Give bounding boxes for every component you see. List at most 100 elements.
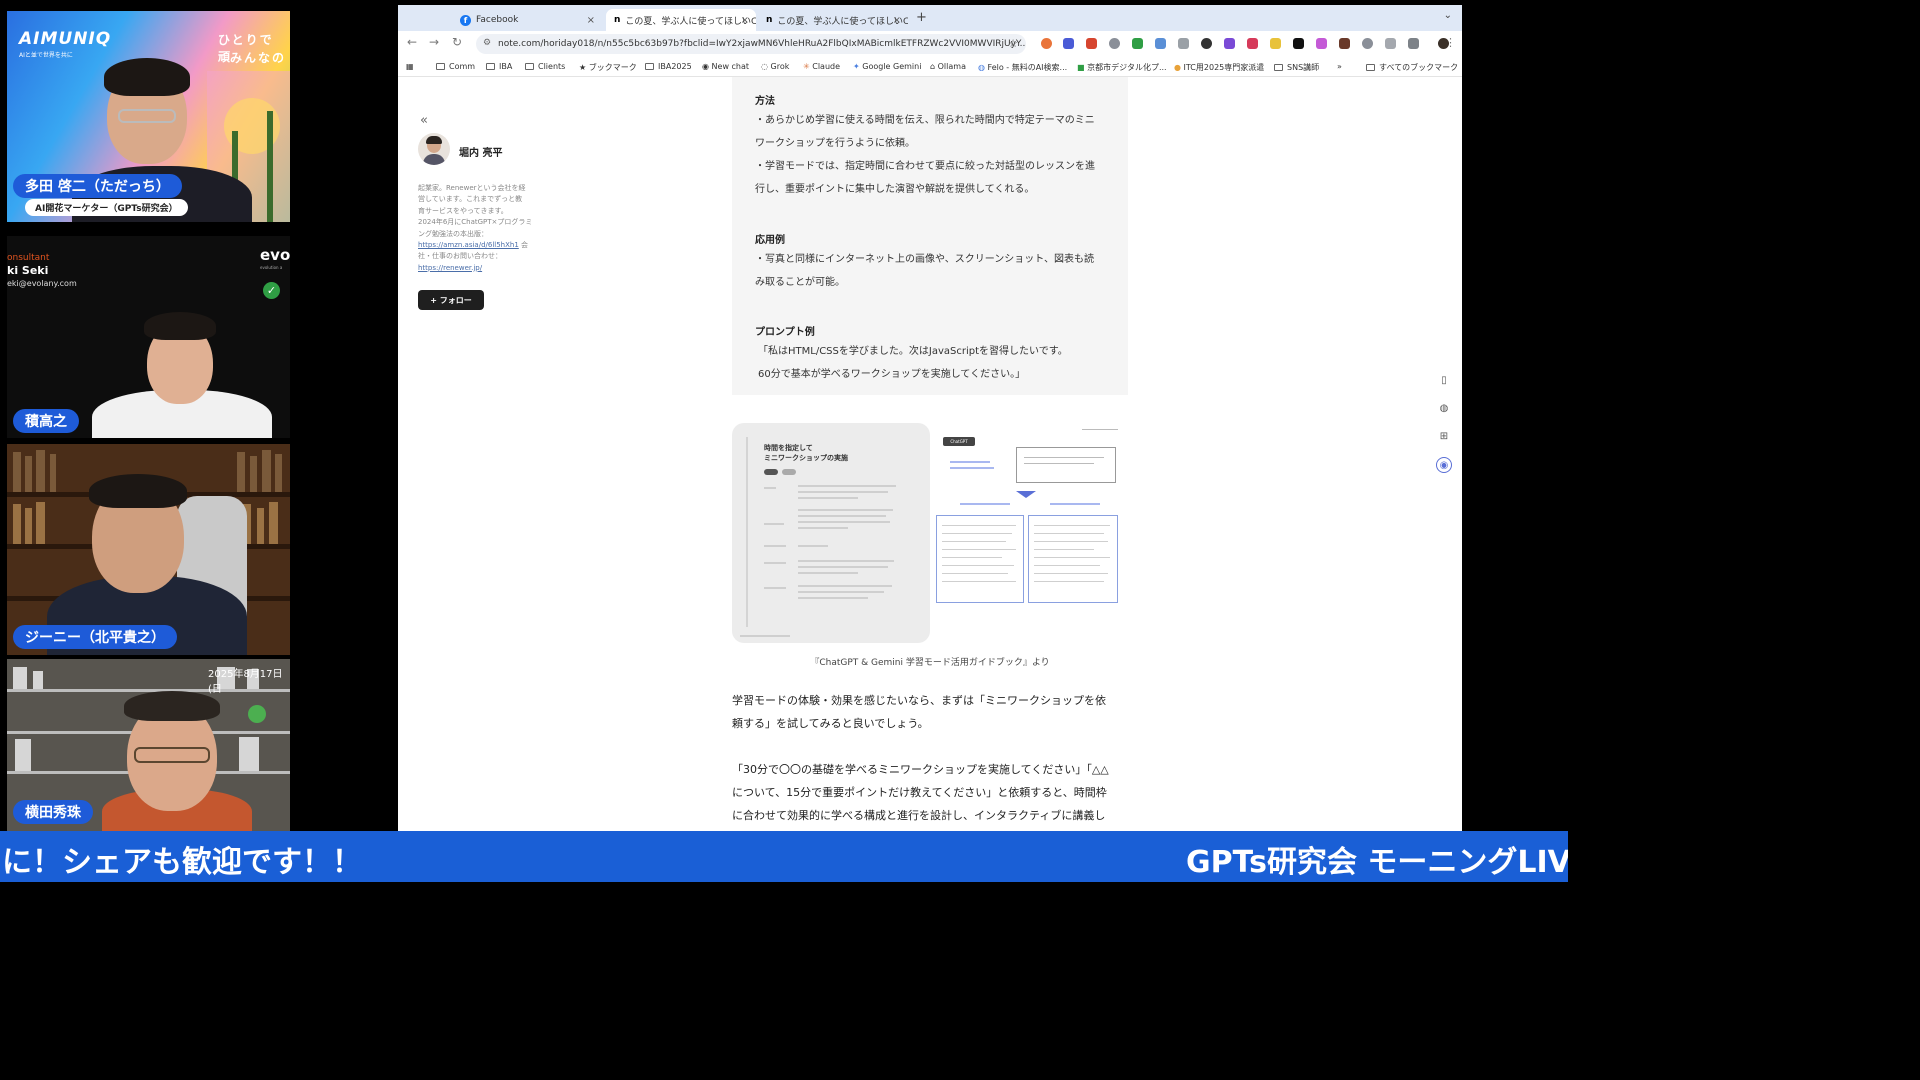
bookmark-label: Ollama	[937, 62, 966, 71]
extension-icon[interactable]	[1385, 38, 1396, 49]
bookmark-label: »	[1337, 62, 1342, 71]
close-icon[interactable]: ×	[741, 15, 749, 26]
folder-icon	[1366, 64, 1375, 71]
extension-icon[interactable]	[1155, 38, 1166, 49]
bookmark-iba[interactable]: IBA	[486, 62, 512, 71]
figure-slide-right: ChatGPT	[932, 423, 1128, 643]
tab-note-article-active[interactable]: n この夏、学ぶ人に使ってほしいC ×	[606, 9, 756, 31]
menu-icon[interactable]: ⋮	[1445, 36, 1456, 49]
figure-caption: 『ChatGPT & Gemini 学習モード活用ガイドブック』より	[810, 658, 1050, 668]
article-paragraph: 「30分で〇〇の基礎を学べるミニワークショップを実施してください」「△△ につい…	[732, 758, 1132, 827]
forward-icon[interactable]: →	[429, 35, 439, 49]
address-bar[interactable]: ⚙ note.com/horiday018/n/n55c5bc63b97b?fb…	[476, 34, 1026, 54]
text-line: 行し、重要ポイントに集中した演習や解説を提供してくれる。	[755, 184, 1035, 195]
extension-icon[interactable]	[1316, 38, 1327, 49]
bookmark-label: ブックマーク	[588, 63, 637, 72]
bookmark-gemini[interactable]: ✦ Google Gemini	[853, 62, 921, 71]
back-icon[interactable]: ←	[407, 35, 417, 49]
book-link[interactable]: https://amzn.asia/d/6ll5hXh1	[418, 241, 519, 249]
star-icon: ★	[579, 63, 589, 72]
banner-brand: AIMUNIQ	[19, 29, 112, 49]
notion-icon[interactable]	[1293, 38, 1304, 49]
author-name[interactable]: 堀内 亮平	[459, 144, 502, 159]
extension-icon[interactable]	[1132, 38, 1143, 49]
grid-icon[interactable]: ⊞	[1436, 429, 1452, 445]
check-badge-icon: ✓	[263, 282, 280, 299]
tab-search-icon[interactable]: ⌄	[1444, 10, 1452, 21]
bookmark-label: Comm	[449, 62, 476, 71]
bookmarks-overflow-button[interactable]: »	[1337, 62, 1342, 71]
participant-tile-name: ki Seki	[7, 264, 49, 277]
bio-line: 営しています。これまでずっと教	[418, 195, 523, 204]
site-info-icon[interactable]: ⚙	[483, 38, 491, 48]
company-link[interactable]: https://renewer.jp/	[418, 263, 540, 274]
banner-tagline: AIと並で世界を共に	[19, 52, 73, 59]
method-text: ・あらかじめ学習に使える時間を伝え、限られた時間内で特定テーマのミニ ワークショ…	[755, 109, 1111, 201]
bookmark-all-bookmarks[interactable]: すべてのブックマーク	[1366, 62, 1458, 73]
text-line: 「私はHTML/CSSを学びました。次はJavaScriptを習得したいです。	[758, 346, 1068, 357]
extension-icon[interactable]	[1224, 38, 1235, 49]
close-icon[interactable]: ×	[587, 15, 595, 26]
participant-subtitle: AI開花マーケター（GPTs研究会）	[25, 199, 188, 216]
bookmark-label: New chat	[711, 62, 750, 71]
camera-icon[interactable]	[1178, 38, 1189, 49]
collapse-sidebar-icon[interactable]: «	[420, 113, 428, 128]
extension-icon[interactable]	[1339, 38, 1350, 49]
figure-slide-left: 時間を指定して ミニワークショップの実施	[732, 423, 930, 643]
bookmark-bookmarks[interactable]: ★ ブックマーク	[579, 62, 637, 73]
bookmark-kyoto[interactable]: ■ 京都市デジタル化プ...	[1077, 62, 1167, 73]
participant-name: ジーニー（北平貴之）	[13, 625, 177, 649]
assistant-icon[interactable]: ◉	[1436, 457, 1452, 473]
bookmark-label: Felo - 無料のAI検索...	[987, 63, 1068, 72]
participant-name: 積高之	[13, 409, 79, 433]
video-tile-1: AIMUNIQ AIと並で世界を共に ひとりで 頑 みんなの 多田 啓二（ただっ…	[7, 11, 290, 222]
book-icon[interactable]: ▯	[1436, 373, 1452, 389]
folder-icon	[645, 63, 654, 70]
bookmark-label: Google Gemini	[862, 62, 922, 71]
extension-icon[interactable]	[1109, 38, 1120, 49]
ollama-icon: ⌂	[930, 62, 938, 71]
company-logo-sub: evolution a	[260, 265, 283, 270]
bookmark-claude[interactable]: ✳ Claude	[803, 62, 840, 71]
apps-icon[interactable]: ▦	[406, 62, 414, 71]
bookmark-label: ITC用2025専門家派遣	[1183, 63, 1265, 72]
bookmark-clients[interactable]: Clients	[525, 62, 565, 71]
bookmark-comm[interactable]: Comm	[436, 62, 475, 71]
note-icon: n	[766, 14, 773, 25]
bookmark-ollama[interactable]: ⌂ Ollama	[930, 62, 966, 71]
reload-icon[interactable]: ↻	[452, 35, 462, 49]
tab-label: この夏、学ぶ人に使ってほしいC	[777, 16, 908, 27]
follow-button[interactable]: + フォロー	[418, 290, 484, 310]
video-tile-2: onsultant ki Seki eki@evolany.com evo ev…	[7, 236, 290, 438]
extension-icon[interactable]	[1063, 38, 1074, 49]
bookmark-new-chat[interactable]: ◉ New chat	[702, 62, 749, 71]
bookmark-iba2025[interactable]: IBA2025	[645, 62, 692, 71]
extension-icon[interactable]	[1086, 38, 1097, 49]
author-avatar[interactable]	[418, 133, 450, 165]
bookmark-itc[interactable]: ● ITC用2025専門家派遣	[1174, 62, 1264, 73]
extension-icon[interactable]	[1270, 38, 1281, 49]
bio-line: 育サービスをやってきます。	[418, 206, 508, 215]
extension-icon[interactable]	[1041, 38, 1052, 49]
text-line: 60分で基本が学べるワークショップを実施してください。」	[758, 369, 1026, 380]
bookmark-grok[interactable]: ◌ Grok	[761, 62, 789, 71]
globe-icon[interactable]: ◍	[1436, 401, 1452, 417]
extension-icon[interactable]	[1201, 38, 1212, 49]
extension-icon[interactable]	[1247, 38, 1258, 49]
bookmark-felo[interactable]: ◍ Felo - 無料のAI検索...	[978, 62, 1067, 73]
article-figure[interactable]: 時間を指定して ミニワークショップの実施 ChatGPT	[732, 423, 1128, 643]
author-bio: 起業家。Renewerという会社を経 営しています。これまでずっと教 育サービス…	[418, 183, 540, 274]
bookmark-star-icon[interactable]: ☆	[1008, 37, 1018, 50]
participant-role: onsultant	[7, 253, 50, 263]
new-tab-button[interactable]: +	[916, 10, 927, 25]
bookmark-sns[interactable]: SNS講師	[1274, 62, 1319, 73]
puzzle-icon[interactable]	[1408, 38, 1419, 49]
screen: AIMUNIQ AIと並で世界を共に ひとりで 頑 みんなの 多田 啓二（ただっ…	[0, 0, 1568, 882]
tab-facebook[interactable]: f Facebook ×	[452, 9, 602, 31]
extension-icon[interactable]	[1362, 38, 1373, 49]
tab-bar: f Facebook × n この夏、学ぶ人に使ってほしいC × n この夏、学…	[398, 5, 1462, 31]
tab-note-article[interactable]: n この夏、学ぶ人に使ってほしいC ×	[758, 9, 908, 31]
folder-icon	[1274, 64, 1283, 71]
close-icon[interactable]: ×	[893, 15, 901, 26]
text-line: み取ることが可能。	[755, 277, 845, 288]
